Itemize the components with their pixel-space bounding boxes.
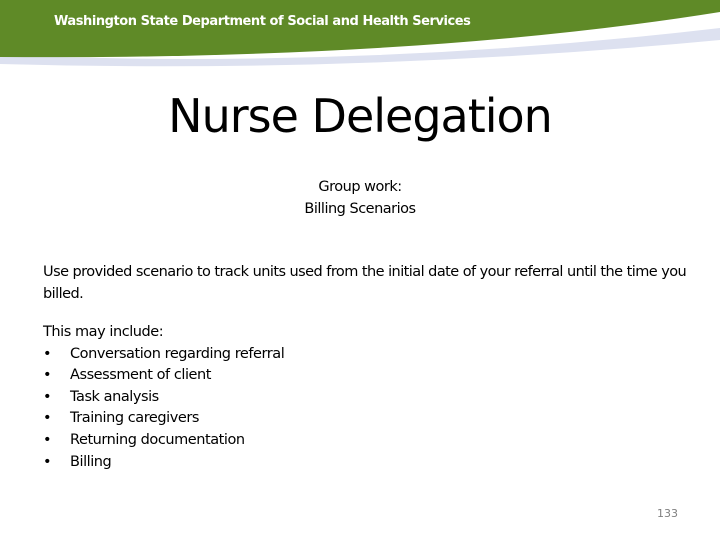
list-item-text: Training caregivers [70, 410, 199, 427]
activity-list-block: This may include: • Conversation regardin… [43, 322, 443, 473]
header-banner: Washington State Department of Social an… [0, 0, 720, 70]
list-item: • Conversation regarding referral [43, 344, 443, 366]
list-item: • Billing [43, 452, 443, 474]
list-item: • Returning documentation [43, 430, 443, 452]
list-item: • Training caregivers [43, 408, 443, 430]
header-swoosh-graphic [0, 0, 720, 67]
list-item-text: Assessment of client [70, 367, 211, 384]
slide-title: Nurse Delegation [168, 89, 553, 143]
bullet-icon: • [43, 345, 52, 362]
list-item-text: Task analysis [70, 388, 159, 405]
list-item-text: Returning documentation [70, 431, 245, 448]
list-item-text: Billing [70, 453, 112, 470]
instructions-text: Use provided scenario to track units use… [43, 264, 687, 302]
activity-list: • Conversation regarding referral • Assess… [43, 344, 443, 474]
bullet-icon: • [43, 410, 52, 427]
list-item-text: Conversation regarding referral [70, 345, 285, 362]
bullet-icon: • [43, 388, 52, 405]
organization-name: Washington State Department of Social an… [54, 14, 471, 29]
list-item: • Task analysis [43, 387, 443, 409]
bullet-icon: • [43, 453, 52, 470]
list-intro: This may include: [43, 324, 164, 340]
bullet-icon: • [43, 431, 52, 448]
list-item: • Assessment of client [43, 365, 443, 387]
subtitle-line: Group work: [318, 179, 402, 195]
subtitle-line: Billing Scenarios [304, 201, 416, 217]
slide-subtitle: Group work: Billing Scenarios [0, 176, 720, 220]
bullet-icon: • [43, 367, 52, 384]
page-number: 133 [657, 507, 678, 520]
